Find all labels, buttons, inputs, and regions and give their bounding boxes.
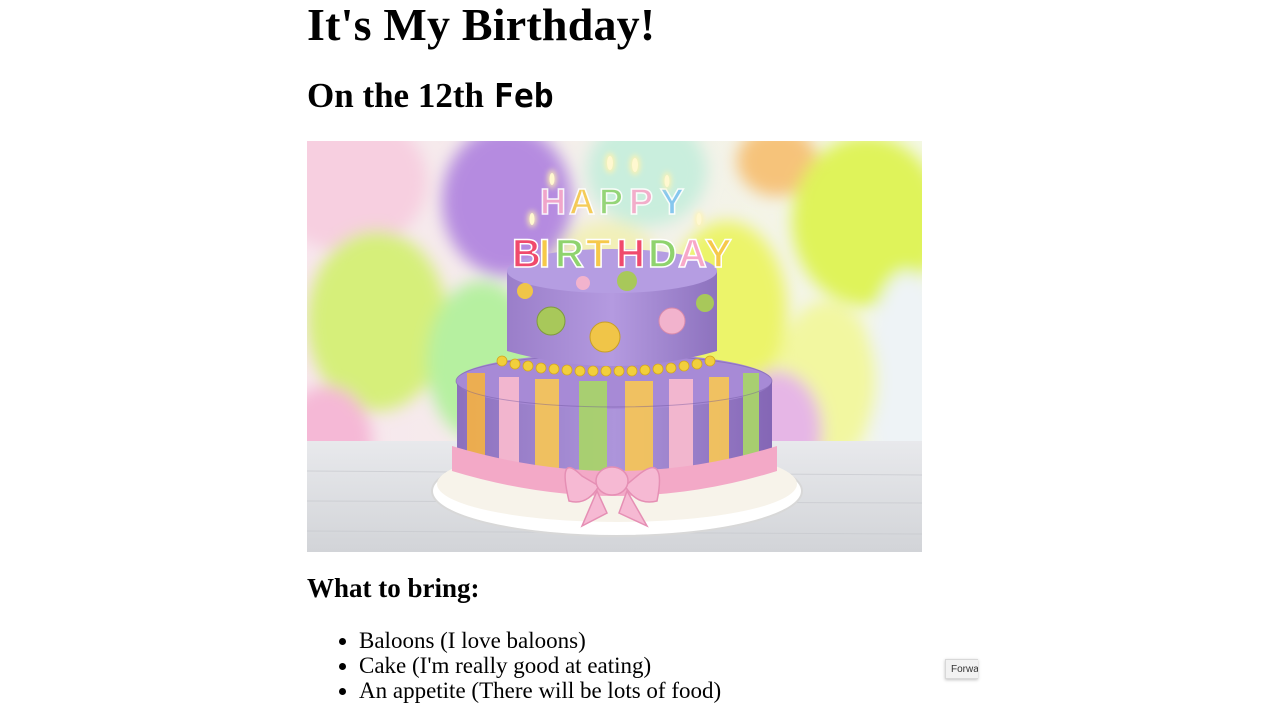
birthday-cake-image: B I R T H D A Y H A P P Y [307,141,922,552]
what-to-bring-heading: What to bring: [307,573,480,603]
month-code: Feb [493,76,554,115]
svg-text:H: H [616,232,645,276]
svg-text:B: B [512,232,541,276]
svg-text:Y: Y [705,232,732,276]
svg-text:P: P [629,181,653,222]
svg-text:R: R [555,232,584,276]
list-item: An appetite (There will be lots of food) [359,678,721,703]
svg-text:D: D [648,232,677,276]
page-content: It's My Birthday! On the 12th Feb B I R … [307,0,977,720]
date-text: On the 12th [307,76,484,115]
list-item: Baloons (I love baloons) [359,628,721,653]
svg-text:Y: Y [660,181,684,222]
svg-text:A: A [678,232,707,276]
bring-list: Baloons (I love baloons) Cake (I'm reall… [307,628,721,703]
list-item: Cake (I'm really good at eating) [359,653,721,678]
svg-text:P: P [599,181,623,222]
forward-button[interactable]: Forwa [945,659,978,679]
svg-text:T: T [586,232,610,276]
svg-text:A: A [569,181,595,222]
page-title: It's My Birthday! [307,0,656,50]
date-heading: On the 12th Feb [307,76,554,116]
svg-text:I: I [539,232,550,276]
